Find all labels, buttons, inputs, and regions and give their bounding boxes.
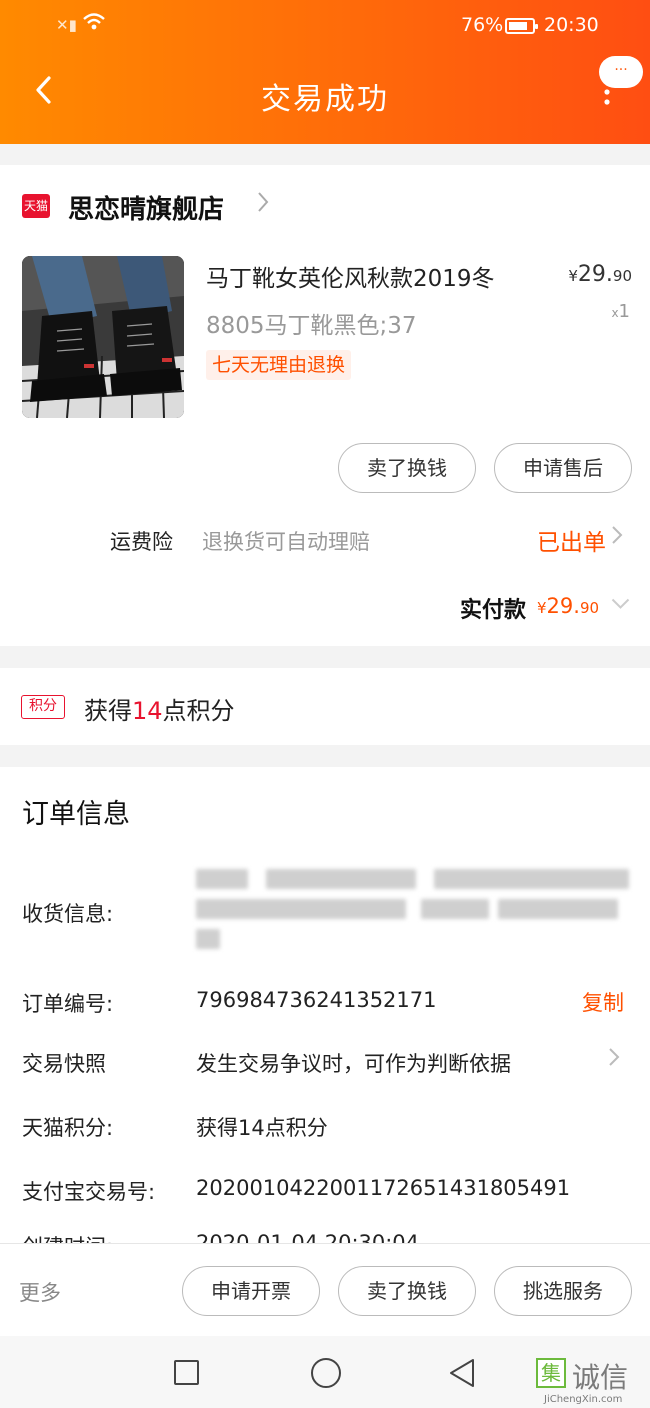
watermark-domain: JiChengXin.com — [544, 1394, 623, 1405]
product-title[interactable]: 马丁靴女英伦风秋款2019冬 — [206, 259, 495, 293]
select-service-button[interactable]: 挑选服务 — [494, 1266, 632, 1316]
page-title: 交易成功 — [261, 82, 389, 117]
shipping-insurance-label: 运费险 — [110, 530, 173, 554]
chevron-right-icon[interactable] — [608, 1045, 620, 1075]
wifi-icon — [82, 12, 106, 37]
points-card: 积分 获得14点积分 — [0, 668, 650, 745]
more-actions-link[interactable]: 更多 — [19, 1277, 61, 1307]
order-info-card: 订单信息 收货信息: 订单编号: 796984736241352171 复制 交… — [0, 767, 650, 1243]
more-menu-button[interactable] — [600, 88, 614, 114]
clock: 20:30 — [544, 14, 599, 36]
bottom-action-bar: 更多 申请开票 卖了换钱 挑选服务 — [0, 1243, 650, 1336]
paid-label: 实付款 — [460, 598, 527, 623]
app-header: ✕▮ 76% 20:30 交易成功 ··· — [0, 0, 650, 144]
tmall-badge: 天猫 — [22, 194, 50, 218]
order-number-value: 796984736241352171 — [196, 988, 437, 1012]
product-image[interactable] — [22, 256, 184, 418]
battery-icon — [505, 18, 538, 34]
alipay-tx-value: 2020010422001172651431805491 — [196, 1176, 571, 1200]
shop-name[interactable]: 思恋晴旗舰店 — [68, 189, 224, 226]
home-circle-icon[interactable] — [311, 1358, 341, 1388]
snapshot-label[interactable]: 交易快照 — [22, 1048, 106, 1078]
chevron-right-icon[interactable] — [611, 523, 623, 553]
message-bubble-button[interactable]: ··· — [599, 56, 643, 88]
tmall-points-value: 获得14点积分 — [196, 1116, 328, 1140]
expand-chevron-icon[interactable] — [604, 598, 633, 610]
order-number-label: 订单编号: — [22, 992, 114, 1016]
product-price: ¥29.90 — [568, 262, 632, 287]
battery-percent: 76% — [461, 14, 504, 36]
shipping-info-label: 收货信息: — [22, 902, 114, 926]
shop-chevron-right-icon[interactable] — [256, 189, 270, 222]
return-policy-tag: 七天无理由退换 — [206, 350, 352, 380]
status-bar: ✕▮ 76% 20:30 — [0, 12, 650, 42]
points-text: 获得14点积分 — [84, 697, 235, 725]
ellipsis-icon: ··· — [614, 62, 628, 78]
insurance-status-link[interactable]: 已出单 — [537, 523, 606, 557]
points-badge: 积分 — [21, 695, 65, 719]
after-sale-button[interactable]: 申请售后 — [494, 443, 632, 493]
recents-square-icon[interactable] — [174, 1360, 199, 1385]
redacted-address — [196, 865, 631, 955]
watermark-logo: 集 诚信 JiChengXin.com — [532, 1356, 650, 1408]
back-triangle-icon[interactable] — [447, 1357, 477, 1393]
paid-amount: ¥29.90 — [537, 594, 600, 618]
sell-for-cash-button[interactable]: 卖了换钱 — [338, 443, 476, 493]
snapshot-desc[interactable]: 发生交易争议时，可作为判断依据 — [196, 1048, 511, 1078]
sell-for-cash-button-bottom[interactable]: 卖了换钱 — [338, 1266, 476, 1316]
order-info-title: 订单信息 — [22, 799, 130, 830]
tmall-points-label: 天猫积分: — [22, 1116, 114, 1140]
vertical-dots-icon — [604, 89, 610, 105]
no-sim-signal-icon: ✕▮ — [56, 16, 77, 34]
watermark-icon: 集 — [536, 1358, 566, 1388]
created-time-label: 创建时间: — [22, 1231, 113, 1243]
shipping-insurance-desc: 退换货可自动理赔 — [202, 530, 370, 554]
watermark-text: 诚信 — [572, 1361, 629, 1394]
product-quantity: x1 — [611, 301, 630, 322]
request-invoice-button[interactable]: 申请开票 — [182, 1266, 320, 1316]
created-time-value: 2020-01-04 20:30:04 — [196, 1231, 420, 1243]
order-card: 天猫 思恋晴旗舰店 马丁靴女英伦风秋款2019冬 8805马丁靴黑色;37 七天… — [0, 165, 650, 646]
product-sku: 8805马丁靴黑色;37 — [206, 313, 417, 339]
alipay-tx-label: 支付宝交易号: — [22, 1180, 156, 1204]
copy-order-number-button[interactable]: 复制 — [582, 987, 624, 1017]
